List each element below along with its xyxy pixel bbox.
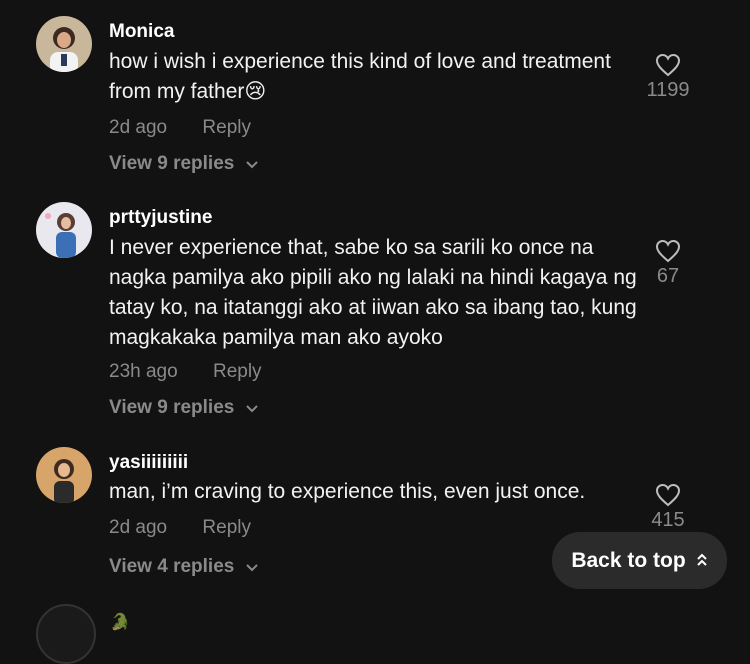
comment-time: 2d ago: [109, 517, 168, 538]
comment-time: 23h ago: [109, 361, 178, 382]
like-button[interactable]: 67: [638, 239, 698, 288]
chevron-down-icon: [245, 153, 258, 175]
reply-button[interactable]: Reply: [213, 361, 262, 383]
comment-meta: 2d ago Reply: [109, 117, 251, 139]
view-replies-button[interactable]: View 4 replies: [109, 556, 258, 578]
chevrons-up-icon: [696, 549, 708, 573]
avatar[interactable]: [36, 202, 92, 258]
back-to-top-label: Back to top: [571, 548, 686, 572]
view-replies-label: View 9 replies: [109, 397, 235, 419]
like-count: 415: [651, 509, 685, 531]
comment-text: how i wish i experience this kind of lov…: [109, 50, 611, 103]
view-replies-button[interactable]: View 9 replies: [109, 153, 258, 175]
view-replies-label: View 9 replies: [109, 153, 235, 175]
emoji-icon: 🐊: [110, 614, 130, 631]
view-replies-label: View 4 replies: [109, 556, 235, 578]
view-replies-button[interactable]: View 9 replies: [109, 397, 258, 419]
heart-icon: [638, 53, 698, 77]
heart-icon: [638, 239, 698, 263]
like-count: 67: [656, 265, 680, 287]
comment-username[interactable]: prttyjustine: [109, 207, 212, 229]
like-count: 1199: [646, 79, 690, 101]
avatar[interactable]: [36, 604, 96, 664]
chevron-down-icon: [245, 397, 258, 419]
comment-text: man, i’m craving to experience this, eve…: [109, 480, 586, 503]
reply-button[interactable]: Reply: [202, 117, 251, 139]
like-button[interactable]: 415: [638, 483, 698, 532]
reply-button[interactable]: Reply: [202, 517, 251, 539]
heart-icon: [638, 483, 698, 507]
back-to-top-button[interactable]: Back to top: [552, 532, 727, 589]
comment-username[interactable]: Monica: [109, 21, 174, 43]
comment-meta: 23h ago Reply: [109, 361, 262, 383]
comment-time: 2d ago: [109, 117, 168, 138]
avatar[interactable]: [36, 447, 92, 503]
comment-username[interactable]: yasiiiiiiiii: [109, 452, 188, 474]
comment-text: I never experience that, sabe ko sa sari…: [109, 236, 637, 349]
chevron-down-icon: [245, 556, 258, 578]
like-button[interactable]: 1199: [638, 53, 698, 102]
comment-meta: 2d ago Reply: [109, 517, 251, 539]
avatar[interactable]: [36, 16, 92, 72]
